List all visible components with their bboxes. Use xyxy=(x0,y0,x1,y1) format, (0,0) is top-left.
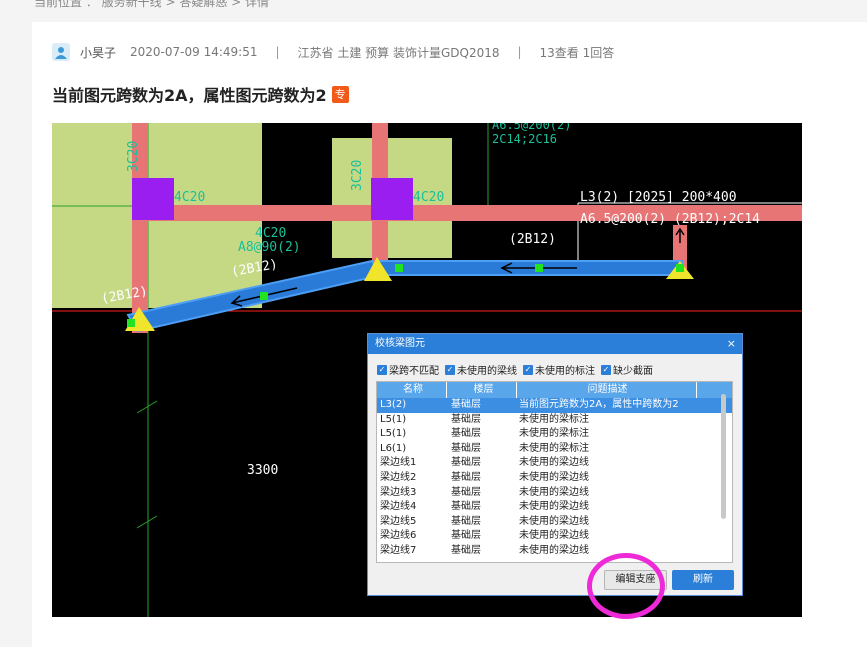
svg-text:4C20: 4C20 xyxy=(174,190,205,205)
table-row[interactable]: L3(2) 基础层 当前图元跨数为2A，属性中跨数为2 xyxy=(377,398,732,413)
column-mid xyxy=(371,178,413,220)
svg-text:A6.5@200(2): A6.5@200(2) xyxy=(492,123,571,132)
svg-text:3C20: 3C20 xyxy=(350,160,365,191)
dialog-titlebar[interactable]: 校核梁图元 × xyxy=(368,334,742,354)
column-header-description[interactable]: 问题描述 xyxy=(517,382,697,398)
svg-text:(2B12): (2B12) xyxy=(509,232,556,247)
checkbox-missing-section[interactable]: ✓ 缺少截面 xyxy=(601,362,653,377)
checkbox-unused-beam-line[interactable]: ✓ 未使用的梁线 xyxy=(445,362,517,377)
highlight-circle xyxy=(587,553,665,619)
table-row[interactable]: L5(1) 基础层 未使用的梁标注 xyxy=(377,427,732,442)
svg-text:2C14;2C16: 2C14;2C16 xyxy=(492,132,557,146)
table-row[interactable]: 梁边线5 基础层 未使用的梁边线 xyxy=(377,515,732,530)
checkbox-checked-icon: ✓ xyxy=(445,364,455,375)
refresh-button[interactable]: 刷新 xyxy=(672,570,734,590)
table-row[interactable]: L6(1) 基础层 未使用的梁标注 xyxy=(377,442,732,457)
svg-text:A8@90(2): A8@90(2) xyxy=(238,240,301,255)
post-stats: 13查看 1回答 xyxy=(539,45,615,60)
table-row[interactable]: 梁边线3 基础层 未使用的梁边线 xyxy=(377,486,732,501)
meta-divider: | xyxy=(517,45,522,59)
svg-text:L3(2) [2025] 200*400: L3(2) [2025] 200*400 xyxy=(580,190,737,205)
table-row[interactable]: L5(1) 基础层 未使用的梁标注 xyxy=(377,413,732,428)
table-header: 名称 楼层 问题描述 xyxy=(377,382,732,398)
username[interactable]: 小昊子 xyxy=(80,44,116,61)
problem-table: 名称 楼层 问题描述 L3(2) 基础层 当前图元跨数为2A，属性中跨数为2 L5(… xyxy=(376,381,733,563)
post-title: 当前图元跨数为2A，属性图元跨数为2 xyxy=(52,86,327,105)
post-category: 江苏省 土建 预算 装饰计量GDQ2018 xyxy=(297,45,500,60)
table-row[interactable]: 梁边线4 基础层 未使用的梁边线 xyxy=(377,500,732,515)
svg-text:4C20: 4C20 xyxy=(413,190,444,205)
svg-text:A6.5@200(2) (2B12);2C14: A6.5@200(2) (2B12);2C14 xyxy=(580,212,760,227)
filter-checkboxes: ✓ 梁跨不匹配 ✓ 未使用的梁线 ✓ 未使用的标注 ✓ 缺少截面 xyxy=(377,362,659,377)
user-icon xyxy=(55,47,67,59)
checkbox-checked-icon: ✓ xyxy=(523,364,533,375)
table-row[interactable]: 梁边线2 基础层 未使用的梁边线 xyxy=(377,471,732,486)
table-row[interactable]: 梁边线6 基础层 未使用的梁边线 xyxy=(377,529,732,544)
expert-badge: 专 xyxy=(331,85,349,103)
avatar[interactable] xyxy=(52,43,70,61)
breadcrumb: 当前位置 ： 服务新干线 > 答疑解惑 > 详情 xyxy=(34,0,269,9)
column-left xyxy=(132,178,174,220)
meta-divider: | xyxy=(275,45,280,59)
svg-text:4C20: 4C20 xyxy=(255,226,286,241)
table-row[interactable]: 梁边线1 基础层 未使用的梁边线 xyxy=(377,456,732,471)
check-beam-dialog: 校核梁图元 × ✓ 梁跨不匹配 ✓ 未使用的梁线 ✓ 未使用的标注 ✓ 缺少截面 名称 … xyxy=(367,333,743,596)
close-icon[interactable]: × xyxy=(727,334,736,354)
svg-text:3300: 3300 xyxy=(247,463,278,478)
table-row[interactable]: 梁边线7 基础层 未使用的梁边线 xyxy=(377,544,732,559)
dialog-title: 校核梁图元 xyxy=(375,338,425,349)
column-header-floor[interactable]: 楼层 xyxy=(447,382,517,398)
svg-text:3C20: 3C20 xyxy=(126,141,141,172)
post-card: 小昊子 2020-07-09 14:49:51 | 江苏省 土建 预算 装饰计量… xyxy=(32,22,867,647)
page-title: 当前图元跨数为2A，属性图元跨数为2 专 xyxy=(52,82,349,106)
cad-screenshot: 3C20 3C20 4C20 4C20 4C20 A8@90(2) A6.5@2… xyxy=(52,123,802,617)
checkbox-span-mismatch[interactable]: ✓ 梁跨不匹配 xyxy=(377,362,439,377)
column-header-name[interactable]: 名称 xyxy=(377,382,447,398)
post-datetime: 2020-07-09 14:49:51 xyxy=(130,45,258,59)
checkbox-checked-icon: ✓ xyxy=(377,364,387,375)
table-scrollbar[interactable] xyxy=(721,394,726,519)
checkbox-checked-icon: ✓ xyxy=(601,364,611,375)
checkbox-unused-annotation[interactable]: ✓ 未使用的标注 xyxy=(523,362,595,377)
post-meta: 小昊子 2020-07-09 14:49:51 | 江苏省 土建 预算 装饰计量… xyxy=(52,42,614,62)
